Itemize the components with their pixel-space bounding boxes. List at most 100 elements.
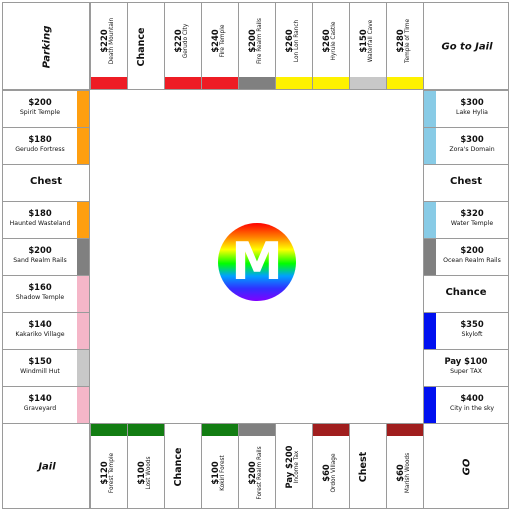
space-text: $100 Kokiri Forest xyxy=(210,437,232,508)
space-lon-lon-ranch[interactable]: $260 Lon Lon Ranch xyxy=(275,2,313,90)
space-text: $60 Ordon Village xyxy=(320,437,343,508)
space-text: Pay $200 Income Tax xyxy=(284,431,306,503)
space-gerudo-fortress[interactable]: $180 Gerudo Fortress xyxy=(2,127,90,165)
space-price: $200 xyxy=(28,245,52,255)
space-price: $60 xyxy=(394,464,405,482)
space-text: $350 Skyloft xyxy=(436,319,508,339)
space-price: $150 xyxy=(357,29,368,53)
corner-go-label: GO xyxy=(461,458,473,476)
space-forest-temple[interactable]: $120 Forest Temple xyxy=(90,423,128,509)
space-water-temple[interactable]: $320 Water Temple xyxy=(423,201,509,239)
space-text: $300 Lake Hylia xyxy=(436,97,508,117)
corner-jail-label: Jail xyxy=(38,461,56,473)
space-kakariko-village[interactable]: $140 Kakariko Village xyxy=(2,312,90,350)
space-text: $220 Gerudo City xyxy=(173,5,195,77)
space-label: Chest xyxy=(450,176,482,187)
logo-letter: M xyxy=(231,232,283,292)
space-ocean-realm-rails[interactable]: $200 Ocean Realm Rails xyxy=(423,238,509,276)
color-bar xyxy=(350,77,386,89)
space-waterfall-cave[interactable]: $150 Waterfall Cave xyxy=(349,2,387,90)
space-price: $100 xyxy=(135,461,146,485)
space-name: Lon Lon Ranch xyxy=(293,19,300,63)
space-price: $160 xyxy=(28,282,52,292)
space-gerudo-city[interactable]: $220 Gerudo City xyxy=(164,2,202,90)
space-label: Chest xyxy=(30,176,62,187)
space-price: $180 xyxy=(28,208,52,218)
space-name: Water Temple xyxy=(450,220,494,227)
space-graveyard[interactable]: $140 Graveyard xyxy=(2,386,90,424)
space-price: $260 xyxy=(283,29,294,53)
space-name: Lost Woods xyxy=(145,456,152,490)
space-chest[interactable]: Chest xyxy=(2,164,90,202)
space-chance[interactable]: Chance xyxy=(127,2,165,90)
space-lost-woods[interactable]: $100 Lost Woods xyxy=(127,423,165,509)
color-bar xyxy=(202,424,238,436)
space-text: $160 Shadow Temple xyxy=(3,282,77,302)
color-bar xyxy=(77,276,89,312)
space-name: Death Mountain xyxy=(108,17,115,65)
space-name: Forest Realm Rails xyxy=(256,446,263,500)
space-super-tax[interactable]: Pay $100 Super TAX xyxy=(423,349,509,387)
space-text: $140 Kakariko Village xyxy=(3,319,77,339)
space-text: Pay $100 Super TAX xyxy=(424,356,508,376)
space-income-tax[interactable]: Pay $200 Income Tax xyxy=(275,423,313,509)
space-name: Income Tax xyxy=(293,450,300,484)
space-name: Gerudo Fortress xyxy=(15,146,65,153)
space-price: $280 xyxy=(394,29,405,53)
space-price: $320 xyxy=(460,208,484,218)
space-text: $200 Forest Realm Rails xyxy=(247,437,269,508)
space-marish-woods[interactable]: $60 Marish Woods xyxy=(386,423,424,509)
space-death-mountain[interactable]: $220 Death Mountain xyxy=(90,2,128,90)
space-skyloft[interactable]: $350 Skyloft xyxy=(423,312,509,350)
color-bar xyxy=(77,128,89,164)
space-price: $200 xyxy=(246,29,257,53)
space-fire-realm-rails[interactable]: $200 Fire Realm Rails xyxy=(238,2,276,90)
space-price: $350 xyxy=(460,319,484,329)
space-text: $100 Lost Woods xyxy=(135,437,158,508)
space-text: $260 Lon Lon Ranch xyxy=(284,5,306,77)
space-spirit-temple[interactable]: $200 Spirit Temple xyxy=(2,90,90,128)
space-fire-temple[interactable]: $240 Fire Temple xyxy=(201,2,239,90)
space-city-in-the-sky[interactable]: $400 City in the sky xyxy=(423,386,509,424)
space-shadow-temple[interactable]: $160 Shadow Temple xyxy=(2,275,90,313)
space-forest-realm-rails[interactable]: $200 Forest Realm Rails xyxy=(238,423,276,509)
space-price: $60 xyxy=(320,464,331,482)
color-bar xyxy=(424,387,436,423)
space-hyrule-castle[interactable]: $260 Hyrule Castle xyxy=(312,2,350,90)
space-price: $200 xyxy=(460,245,484,255)
space-text: Chest xyxy=(358,431,380,503)
color-bar xyxy=(128,424,164,436)
space-label: Chance xyxy=(135,27,147,67)
corner-go-to-jail[interactable]: Go to Jail xyxy=(423,2,509,90)
color-bar xyxy=(239,77,275,89)
space-lake-hylia[interactable]: $300 Lake Hylia xyxy=(423,90,509,128)
space-label: Chance xyxy=(445,287,487,298)
space-chest[interactable]: Chest xyxy=(423,164,509,202)
space-price: $150 xyxy=(28,356,52,366)
space-text: Chest xyxy=(424,176,508,187)
space-chance[interactable]: Chance xyxy=(164,423,202,509)
space-text: $60 Marish Woods xyxy=(394,437,417,508)
space-windmill-hut[interactable]: $150 Windmill Hut xyxy=(2,349,90,387)
corner-parking[interactable]: Parking xyxy=(2,2,90,90)
space-kokiri-forest[interactable]: $100 Kokiri Forest xyxy=(201,423,239,509)
space-name: Ocean Realm Rails xyxy=(443,257,501,264)
space-chest[interactable]: Chest xyxy=(349,423,387,509)
corner-go[interactable]: GO xyxy=(423,423,509,509)
space-zora-s-domain[interactable]: $300 Zora's Domain xyxy=(423,127,509,165)
space-name: Sand Realm Rails xyxy=(13,257,67,264)
color-bar xyxy=(239,424,275,436)
space-ordon-village[interactable]: $60 Ordon Village xyxy=(312,423,350,509)
corner-jail[interactable]: Jail xyxy=(2,423,90,509)
space-temple-of-time[interactable]: $280 Temple of Time xyxy=(386,2,424,90)
space-name: Zora's Domain xyxy=(449,146,495,153)
space-price: $240 xyxy=(209,29,220,53)
space-sand-realm-rails[interactable]: $200 Sand Realm Rails xyxy=(2,238,90,276)
space-price: $220 xyxy=(98,29,109,53)
space-haunted-wasteland[interactable]: $180 Haunted Wasteland xyxy=(2,201,90,239)
space-name: Shadow Temple xyxy=(15,294,65,301)
space-chance[interactable]: Chance xyxy=(423,275,509,313)
space-price: $180 xyxy=(28,134,52,144)
color-bar xyxy=(424,313,436,349)
color-bar xyxy=(424,91,436,127)
